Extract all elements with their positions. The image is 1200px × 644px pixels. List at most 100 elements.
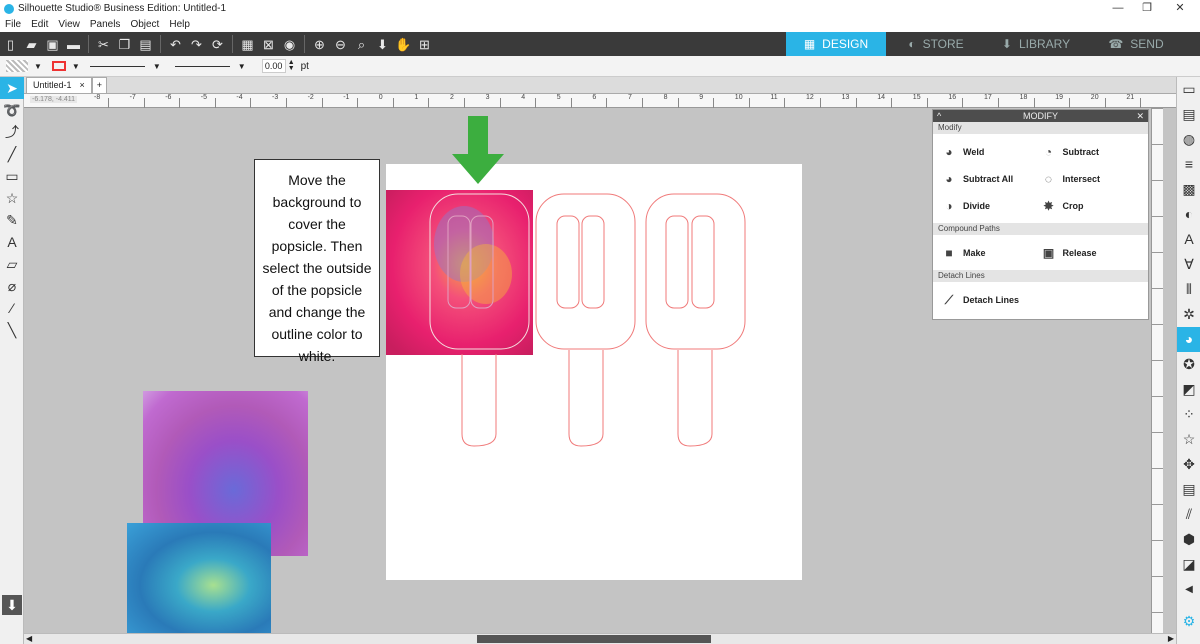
- line-width-input[interactable]: 0.00: [261, 59, 286, 73]
- subtract-all-button[interactable]: ◕ Subtract All: [941, 165, 1041, 192]
- doc-tab-untitled[interactable]: Untitled-1 ×: [26, 77, 92, 93]
- select-all-icon[interactable]: ◉: [279, 34, 300, 55]
- tab-design[interactable]: ▦ DESIGN: [786, 32, 886, 56]
- release-compound-button[interactable]: ▣ Release: [1041, 239, 1141, 266]
- collapse-icon[interactable]: ^: [937, 110, 941, 122]
- add-tab-button[interactable]: +: [91, 77, 108, 93]
- move-down-icon[interactable]: ⬇: [372, 34, 393, 55]
- fit-page-icon[interactable]: ⊞: [414, 34, 435, 55]
- offset-icon[interactable]: ✪: [1177, 352, 1200, 377]
- rotate-icon[interactable]: ⟳: [207, 34, 228, 55]
- text-to-path-icon[interactable]: Ɐ: [1177, 252, 1200, 277]
- line-width-stepper-icon[interactable]: ▲ ▼: [288, 59, 295, 72]
- contrast-icon[interactable]: ◐: [1177, 202, 1200, 227]
- popsicle-2-stick[interactable]: [568, 350, 604, 447]
- expand-arrow-icon[interactable]: ◀: [1177, 577, 1200, 602]
- panel-close-icon[interactable]: ✕: [1136, 110, 1144, 122]
- menu-edit[interactable]: Edit: [31, 19, 48, 30]
- text-icon[interactable]: A: [0, 231, 24, 253]
- line-style-select[interactable]: [89, 65, 145, 67]
- blue-watercolor-image[interactable]: [127, 523, 271, 636]
- cut-icon[interactable]: ✂: [93, 34, 114, 55]
- zoom-in-icon[interactable]: ⊕: [309, 34, 330, 55]
- close-window-button[interactable]: ✕: [1166, 0, 1194, 17]
- scroll-thumb[interactable]: [477, 635, 711, 643]
- fill-color-icon[interactable]: ◍: [1177, 127, 1200, 152]
- line-style-dropdown-icon[interactable]: ▼: [153, 62, 161, 71]
- tab-send[interactable]: ☎ SEND: [1086, 32, 1186, 56]
- crop-button[interactable]: ✸ Crop: [1041, 192, 1141, 219]
- zoom-out-icon[interactable]: ⊖: [330, 34, 351, 55]
- hatch-icon[interactable]: ⫽: [1177, 502, 1200, 527]
- line-style-icon[interactable]: ≡: [1177, 152, 1200, 177]
- subtract-button[interactable]: ◔ Subtract: [1041, 138, 1141, 165]
- minimize-button[interactable]: —: [1104, 0, 1132, 17]
- menu-help[interactable]: Help: [169, 19, 190, 30]
- line-color-dropdown-icon[interactable]: ▼: [72, 62, 80, 71]
- tab-library[interactable]: ⬇ LIBRARY: [986, 32, 1086, 56]
- zoom-select-icon[interactable]: ⌕: [351, 34, 372, 55]
- library-star-icon[interactable]: ☆: [1177, 427, 1200, 452]
- intersect-button[interactable]: ◌ Intersect: [1041, 165, 1141, 192]
- tab-store[interactable]: ◐ STORE: [886, 32, 986, 56]
- popsicle-1-stick[interactable]: [461, 354, 497, 447]
- horizontal-scrollbar[interactable]: ◀ ▶: [24, 633, 1176, 644]
- menu-panels[interactable]: Panels: [90, 19, 121, 30]
- text-style-icon[interactable]: A: [1177, 227, 1200, 252]
- image-effects-icon[interactable]: ▩: [1177, 177, 1200, 202]
- open-folder-icon[interactable]: ▰: [21, 34, 42, 55]
- copy-icon[interactable]: ❐: [114, 34, 135, 55]
- menu-file[interactable]: File: [5, 19, 21, 30]
- align-icon[interactable]: ⫴: [1177, 277, 1200, 302]
- line-color-swatch[interactable]: [51, 61, 66, 71]
- modify-icon[interactable]: ◕: [1177, 327, 1200, 352]
- pencil-icon[interactable]: ✎: [0, 209, 24, 231]
- divide-button[interactable]: ◑ Divide: [941, 192, 1041, 219]
- page-setup-icon[interactable]: ▭: [1177, 77, 1200, 102]
- rectangle-icon[interactable]: ▭: [0, 165, 24, 187]
- save-icon[interactable]: ▣: [42, 34, 63, 55]
- restore-button[interactable]: ❐: [1133, 0, 1161, 17]
- redo-icon[interactable]: ↷: [186, 34, 207, 55]
- ungroup-icon[interactable]: ⊠: [258, 34, 279, 55]
- detach-lines-button[interactable]: ⟋ Detach Lines: [941, 286, 1041, 313]
- undo-icon[interactable]: ↶: [165, 34, 186, 55]
- puzzle-icon[interactable]: ✥: [1177, 452, 1200, 477]
- scroll-left-icon[interactable]: ◀: [26, 634, 32, 643]
- scroll-right-icon[interactable]: ▶: [1168, 634, 1174, 643]
- weld-button[interactable]: ◕ Weld: [941, 138, 1041, 165]
- new-file-icon[interactable]: ▯: [0, 34, 21, 55]
- download-icon[interactable]: ⬇: [2, 595, 22, 615]
- eraser-icon[interactable]: ▱: [0, 253, 24, 275]
- fill-dropper-icon[interactable]: ╲: [0, 319, 24, 341]
- group-icon[interactable]: ▦: [237, 34, 258, 55]
- make-compound-button[interactable]: ■ Make: [941, 239, 1041, 266]
- line-join-dropdown-icon[interactable]: ▼: [238, 62, 246, 71]
- line-icon[interactable]: ╱: [0, 143, 24, 165]
- print-icon[interactable]: ▬: [63, 34, 84, 55]
- menu-object[interactable]: Object: [130, 19, 159, 30]
- pan-hand-icon[interactable]: ✋: [393, 34, 414, 55]
- doc-tab-close-icon[interactable]: ×: [80, 78, 85, 93]
- point-edit-icon[interactable]: ➰: [0, 99, 24, 121]
- cutting-mat-page[interactable]: [386, 164, 802, 580]
- eyedropper-icon[interactable]: ⁄: [0, 297, 24, 319]
- replicate-icon[interactable]: ✲: [1177, 302, 1200, 327]
- line-join-select[interactable]: [174, 65, 230, 67]
- 3d-icon[interactable]: ◪: [1177, 552, 1200, 577]
- fill-pattern-swatch[interactable]: [6, 60, 28, 72]
- menu-view[interactable]: View: [58, 19, 80, 30]
- settings-gear-icon[interactable]: ⚙: [1177, 609, 1200, 634]
- layers-icon[interactable]: ▤: [1177, 477, 1200, 502]
- paste-icon[interactable]: ▤: [135, 34, 156, 55]
- popsicle-3-stick[interactable]: [677, 350, 713, 447]
- trace-icon[interactable]: ◩: [1177, 377, 1200, 402]
- knife-icon[interactable]: ⌀: [0, 275, 24, 297]
- curve-icon[interactable]: ⤴: [0, 121, 24, 143]
- fill-dropdown-icon[interactable]: ▼: [34, 62, 42, 71]
- star-icon[interactable]: ☆: [0, 187, 24, 209]
- nesting-icon[interactable]: ⬢: [1177, 527, 1200, 552]
- pixscan-icon[interactable]: ▤: [1177, 102, 1200, 127]
- sketch-icon[interactable]: ⁘: [1177, 402, 1200, 427]
- select-icon[interactable]: ➤: [0, 77, 24, 99]
